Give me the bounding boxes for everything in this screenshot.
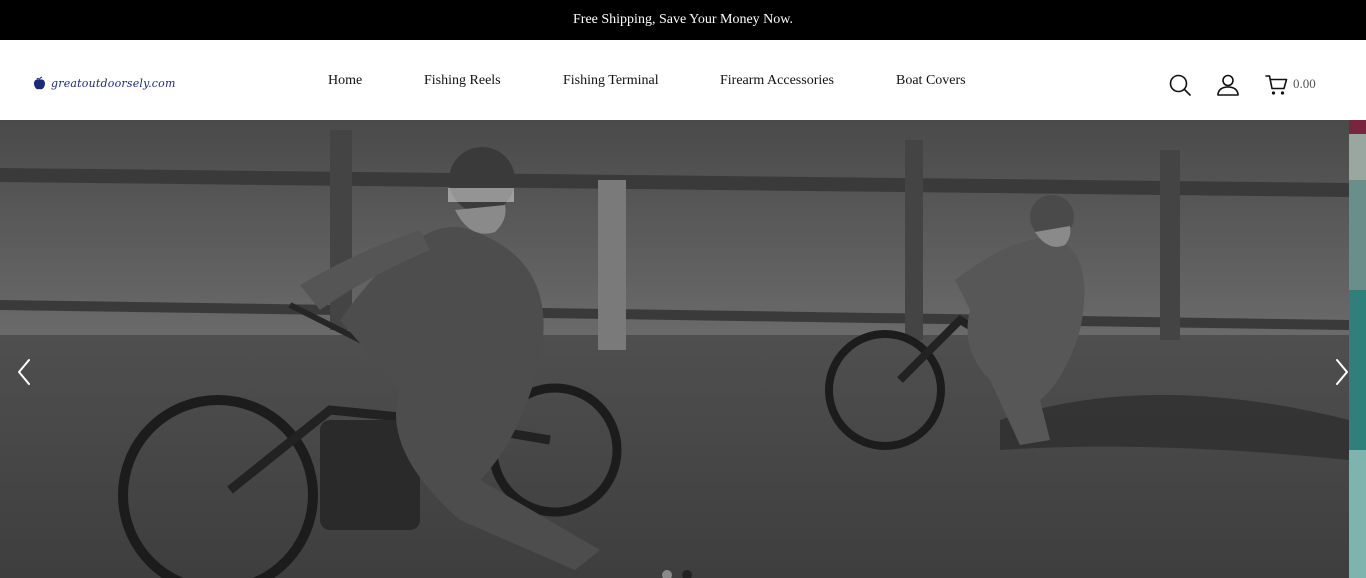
slide-dot-1[interactable] bbox=[662, 570, 672, 578]
chevron-left-icon bbox=[18, 359, 30, 385]
nav-item-fishing-reels[interactable]: Fishing Reels bbox=[424, 73, 501, 89]
announcement-text: Free Shipping, Save Your Money Now. bbox=[573, 12, 793, 27]
nav-item-home[interactable]: Home bbox=[328, 73, 362, 89]
cart-total[interactable]: 0.00 bbox=[1293, 76, 1316, 92]
next-slide-preview bbox=[1349, 120, 1366, 578]
announcement-bar: Free Shipping, Save Your Money Now. bbox=[0, 0, 1366, 40]
hero-slide bbox=[0, 120, 1349, 578]
hero-next-button[interactable] bbox=[1332, 357, 1349, 387]
apple-icon bbox=[34, 76, 45, 89]
search-icon bbox=[1169, 74, 1191, 96]
search-button[interactable] bbox=[1168, 73, 1192, 97]
nav-item-boat-covers[interactable]: Boat Covers bbox=[896, 73, 966, 89]
logo-text: greatoutdoorsely.com bbox=[51, 76, 176, 90]
chevron-right-icon bbox=[1336, 359, 1348, 385]
cart-icon bbox=[1265, 75, 1288, 95]
nav-item-firearm-accessories[interactable]: Firearm Accessories bbox=[720, 73, 834, 89]
account-button[interactable] bbox=[1216, 73, 1240, 97]
hero-image bbox=[0, 120, 1349, 578]
hero-prev-button[interactable] bbox=[14, 357, 34, 387]
user-icon bbox=[1217, 74, 1239, 96]
slide-pagination bbox=[662, 570, 692, 578]
slide-dot-2[interactable] bbox=[682, 570, 692, 578]
site-header: greatoutdoorsely.com Home Fishing Reels … bbox=[0, 40, 1366, 120]
cart-button[interactable] bbox=[1265, 73, 1289, 97]
nav-item-fishing-terminal[interactable]: Fishing Terminal bbox=[563, 73, 659, 89]
site-logo[interactable]: greatoutdoorsely.com bbox=[32, 74, 176, 92]
